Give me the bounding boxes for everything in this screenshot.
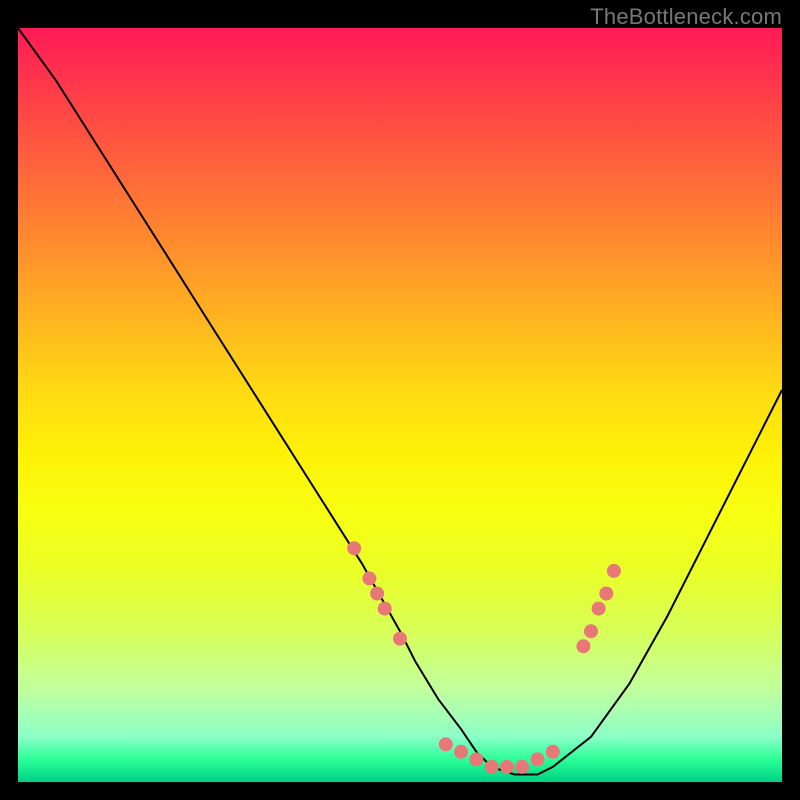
marker-dot xyxy=(393,632,407,646)
chart-frame: TheBottleneck.com xyxy=(0,0,800,800)
bottleneck-curve xyxy=(18,28,782,775)
marker-dot xyxy=(531,752,545,766)
marker-dot xyxy=(584,624,598,638)
markers xyxy=(347,541,621,774)
curve-layer xyxy=(18,28,782,782)
marker-dot xyxy=(546,745,560,759)
marker-dot xyxy=(592,602,606,616)
marker-dot xyxy=(362,571,376,585)
marker-dot xyxy=(347,541,361,555)
marker-dot xyxy=(454,745,468,759)
marker-dot xyxy=(576,639,590,653)
marker-dot xyxy=(500,760,514,774)
marker-dot xyxy=(370,587,384,601)
plot-area xyxy=(18,28,782,782)
marker-dot xyxy=(469,752,483,766)
marker-dot xyxy=(485,760,499,774)
watermark-text: TheBottleneck.com xyxy=(590,4,782,30)
marker-dot xyxy=(607,564,621,578)
marker-dot xyxy=(515,760,529,774)
marker-dot xyxy=(439,737,453,751)
marker-dot xyxy=(378,602,392,616)
marker-dot xyxy=(599,587,613,601)
